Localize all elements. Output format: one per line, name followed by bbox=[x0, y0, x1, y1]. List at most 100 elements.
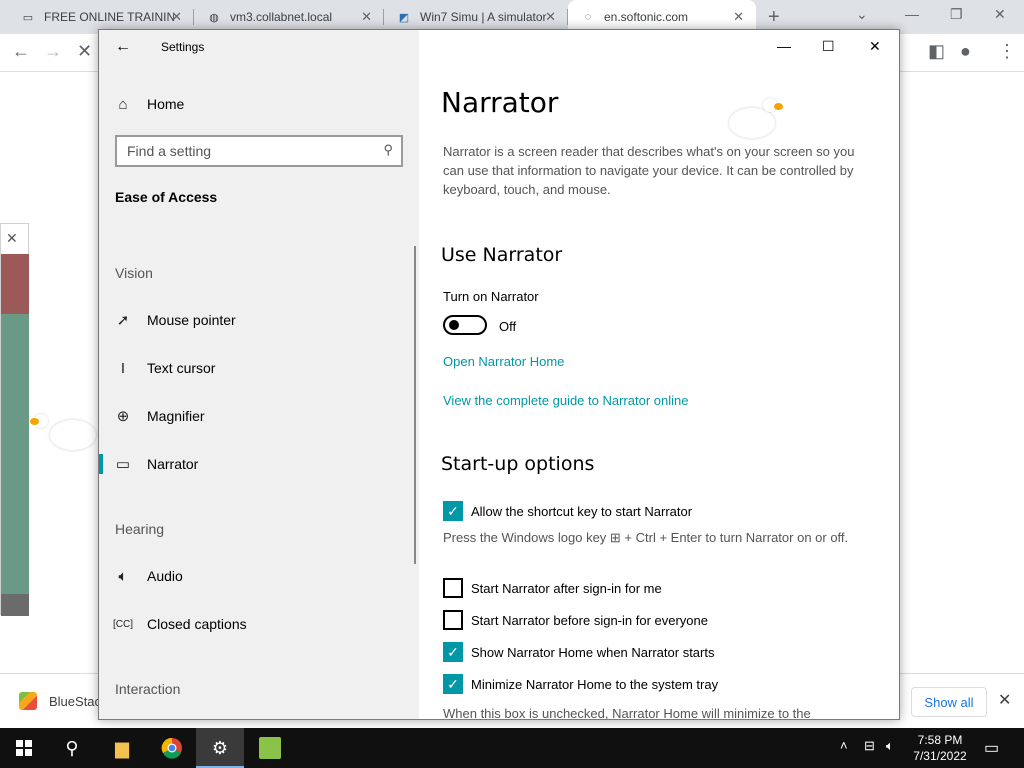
stop-loading-icon[interactable]: ✕ bbox=[77, 41, 92, 62]
nav-narrator[interactable]: ▭ Narrator bbox=[99, 442, 419, 486]
checkbox-checked[interactable]: ✓ bbox=[443, 674, 463, 694]
start-before-signin-option[interactable]: Start Narrator before sign-in for everyo… bbox=[443, 610, 708, 630]
use-narrator-heading: Use Narrator bbox=[441, 244, 563, 266]
nav-label: Magnifier bbox=[147, 408, 205, 424]
checkbox-checked[interactable]: ✓ bbox=[443, 642, 463, 662]
narrator-toggle[interactable] bbox=[443, 315, 487, 335]
start-button[interactable] bbox=[0, 728, 48, 768]
tab-search-icon[interactable]: ⌄ bbox=[856, 6, 868, 23]
start-after-signin-option[interactable]: Start Narrator after sign-in for me bbox=[443, 578, 662, 598]
side-panel-icon[interactable]: ◧ bbox=[928, 41, 945, 62]
close-icon[interactable]: ✕ bbox=[361, 9, 372, 25]
nav-text-cursor[interactable]: I Text cursor bbox=[99, 346, 419, 390]
checkbox-unchecked[interactable] bbox=[443, 610, 463, 630]
minimize-icon[interactable]: — bbox=[905, 6, 919, 22]
closed-captions-icon: [CC] bbox=[113, 618, 133, 630]
taskbar: ⚲ ▆ ⚙ ˄ ⊟ 🔈︎ 7:58 PM 7/31/2022 ▭ bbox=[0, 728, 1024, 768]
shortcut-note: Press the Windows logo key ⊞ + Ctrl + En… bbox=[443, 530, 849, 545]
nav-audio[interactable]: 🔈︎ Audio bbox=[99, 554, 419, 598]
search-icon: ⚲ bbox=[383, 142, 393, 157]
restore-icon[interactable]: ❐ bbox=[950, 6, 963, 23]
nav-magnifier[interactable]: ⊕ Magnifier bbox=[99, 394, 419, 438]
nav-scrollbar[interactable] bbox=[414, 246, 416, 564]
close-window-icon[interactable]: ✕ bbox=[869, 38, 881, 55]
minimize-home-option[interactable]: ✓ Minimize Narrator Home to the system t… bbox=[443, 674, 718, 694]
group-interaction: Interaction bbox=[115, 681, 181, 697]
magnifier-icon: ⊕ bbox=[116, 408, 130, 425]
page-popup: ✕ bbox=[0, 223, 29, 616]
option-label: Allow the shortcut key to start Narrator bbox=[471, 503, 693, 519]
nav-label: Mouse pointer bbox=[147, 312, 236, 328]
nav-label: Text cursor bbox=[147, 360, 216, 376]
maximize-icon[interactable]: ☐ bbox=[822, 38, 835, 55]
turn-on-narrator-label: Turn on Narrator bbox=[443, 289, 539, 304]
settings-main: — ☐ ✕ Narrator Narrator is a screen read… bbox=[419, 30, 899, 719]
page-title: Narrator bbox=[441, 86, 559, 119]
nav-label: Closed captions bbox=[147, 616, 247, 632]
nav-mouse-pointer[interactable]: ➚ Mouse pointer bbox=[99, 298, 419, 342]
close-icon[interactable]: ✕ bbox=[545, 9, 556, 25]
profile-avatar-icon[interactable]: ● bbox=[960, 41, 971, 62]
forward-arrow-icon[interactable]: → bbox=[44, 41, 62, 62]
menu-kebab-icon[interactable]: ⋮ bbox=[998, 41, 1016, 62]
option-label: Start Narrator after sign-in for me bbox=[471, 580, 662, 596]
windows-logo-icon bbox=[16, 740, 32, 756]
nav-closed-captions[interactable]: [CC] Closed captions bbox=[99, 602, 419, 646]
show-all-button[interactable]: Show all bbox=[911, 687, 987, 717]
nav-label: Audio bbox=[147, 568, 183, 584]
volume-icon[interactable]: 🔈︎ bbox=[886, 738, 894, 754]
date: 7/31/2022 bbox=[913, 749, 967, 763]
toggle-state: Off bbox=[499, 319, 517, 334]
settings-window: ← Settings ⌂ Home Find a setting ⚲ Ease … bbox=[98, 29, 900, 720]
nav-label: Narrator bbox=[147, 456, 199, 472]
notification-icon[interactable]: ▭ bbox=[984, 738, 999, 758]
nav-label: Home bbox=[147, 96, 185, 112]
option-label: Show Narrator Home when Narrator starts bbox=[471, 644, 715, 660]
close-window-icon[interactable]: ✕ bbox=[994, 6, 1006, 23]
chrome-icon[interactable] bbox=[148, 728, 196, 768]
network-icon[interactable]: ⊟ bbox=[864, 738, 875, 754]
category-title: Ease of Access bbox=[115, 189, 218, 205]
option-label: Start Narrator before sign-in for everyo… bbox=[471, 612, 708, 628]
bluestacks-icon bbox=[19, 692, 37, 710]
tab-title: FREE ONLINE TRAINING bbox=[44, 10, 174, 24]
win7-icon: ◩ bbox=[398, 11, 410, 24]
nav-home[interactable]: ⌂ Home bbox=[99, 82, 419, 126]
search-input[interactable]: Find a setting ⚲ bbox=[115, 135, 403, 167]
text-cursor-icon: I bbox=[120, 359, 126, 377]
popup-image-footer bbox=[1, 594, 29, 616]
loading-icon: ◌ bbox=[584, 11, 592, 23]
page-description: Narrator is a screen reader that describ… bbox=[443, 144, 855, 197]
close-icon[interactable]: ✕ bbox=[733, 9, 744, 25]
download-item[interactable]: BlueStac bbox=[49, 694, 101, 709]
audio-icon: 🔈︎ bbox=[118, 567, 128, 585]
checkbox-unchecked[interactable] bbox=[443, 578, 463, 598]
toggle-knob bbox=[449, 320, 459, 330]
show-home-option[interactable]: ✓ Show Narrator Home when Narrator start… bbox=[443, 642, 714, 662]
startup-options-heading: Start-up options bbox=[441, 453, 595, 475]
new-tab-button[interactable]: + bbox=[768, 6, 780, 29]
close-icon[interactable]: ✕ bbox=[171, 9, 182, 25]
window-title: Settings bbox=[161, 40, 205, 54]
file-explorer-icon[interactable]: ▆ bbox=[98, 728, 146, 768]
narrator-guide-link[interactable]: View the complete guide to Narrator onli… bbox=[443, 393, 688, 408]
chevron-up-icon[interactable]: ˄ bbox=[840, 738, 848, 753]
clock[interactable]: 7:58 PM 7/31/2022 bbox=[910, 732, 970, 764]
mouse-pointer-icon: ➚ bbox=[116, 312, 130, 329]
settings-nav: ← Settings ⌂ Home Find a setting ⚲ Ease … bbox=[99, 30, 419, 719]
checkbox-checked[interactable]: ✓ bbox=[443, 501, 463, 521]
narrator-icon: ▭ bbox=[115, 456, 131, 473]
group-vision: Vision bbox=[115, 265, 153, 281]
search-icon[interactable]: ⚲ bbox=[48, 728, 96, 768]
time: 7:58 PM bbox=[917, 733, 963, 747]
close-icon[interactable]: ✕ bbox=[6, 230, 18, 247]
back-arrow-icon[interactable]: ← bbox=[12, 41, 30, 62]
settings-gear-icon[interactable]: ⚙ bbox=[196, 728, 244, 768]
shortcut-key-option[interactable]: ✓ Allow the shortcut key to start Narrat… bbox=[443, 501, 692, 521]
back-arrow-icon[interactable]: ← bbox=[115, 38, 131, 56]
open-narrator-home-link[interactable]: Open Narrator Home bbox=[443, 354, 564, 369]
tab-title: en.softonic.com bbox=[604, 10, 689, 24]
minimize-icon[interactable]: — bbox=[777, 38, 791, 54]
desktop-goose-icon[interactable] bbox=[246, 728, 294, 768]
close-icon[interactable]: ✕ bbox=[998, 690, 1011, 710]
